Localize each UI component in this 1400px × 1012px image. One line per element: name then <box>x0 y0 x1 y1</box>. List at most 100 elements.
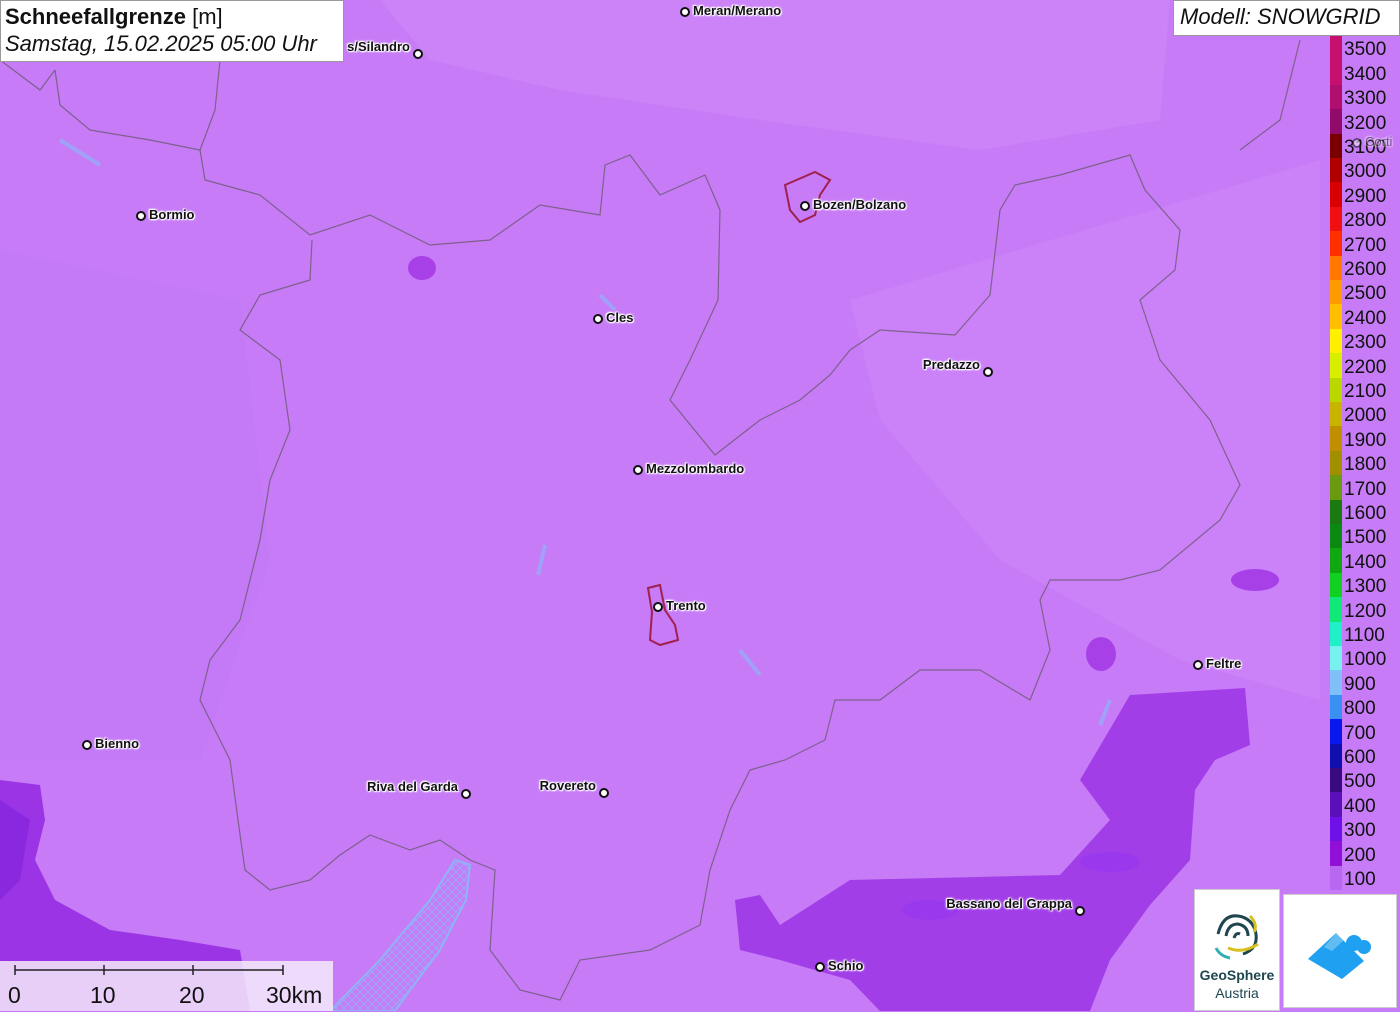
low-snowline-patch <box>1080 852 1140 872</box>
legend-swatch <box>1330 402 1342 427</box>
legend-row: 2900 <box>1328 182 1400 207</box>
snowfall-map[interactable] <box>0 0 1400 1011</box>
city-name: Predazzo <box>922 357 980 372</box>
city-dot-icon <box>1193 660 1203 670</box>
title-box: Schneefallgrenze [m] Samstag, 15.02.2025… <box>0 0 344 62</box>
legend-swatch <box>1330 60 1342 85</box>
geosphere-emblem-icon <box>1214 914 1259 960</box>
legend-row: 2300 <box>1328 328 1400 354</box>
legend-row: 1300 <box>1328 572 1400 598</box>
legend-label: 200 <box>1344 844 1376 866</box>
city-dot-icon <box>599 788 609 798</box>
city-dot-icon <box>82 740 92 750</box>
legend-row: 1600 <box>1328 499 1400 524</box>
scale-label-0: 0 <box>8 982 21 1008</box>
legend-row: 1500 <box>1328 524 1400 549</box>
legend-swatch <box>1330 841 1342 866</box>
legend-label: 3300 <box>1344 88 1387 110</box>
legend-row: 2100 <box>1328 377 1400 402</box>
legend-label: 3200 <box>1344 112 1387 134</box>
legend-swatch <box>1330 450 1342 476</box>
city-name: Cles <box>606 310 634 325</box>
legend-swatch <box>1330 499 1342 524</box>
legend-label: 2600 <box>1344 258 1387 280</box>
scale-label-20: 20 <box>179 982 205 1008</box>
legend-row: 200 <box>1328 841 1400 866</box>
city-dot-icon <box>680 7 690 17</box>
legend-label: 2200 <box>1344 356 1387 378</box>
legend-row: 2500 <box>1328 280 1400 305</box>
legend-swatch <box>1330 353 1342 378</box>
legend-row: 2200 <box>1328 353 1400 378</box>
city-dot-icon <box>413 49 423 59</box>
legend-label: 1300 <box>1344 576 1387 598</box>
legend-swatch <box>1330 158 1342 183</box>
legend-row: 1000 <box>1328 646 1400 671</box>
scale-label-10: 10 <box>90 982 116 1008</box>
legend-row: 1900 <box>1328 426 1400 451</box>
legend-label: 100 <box>1344 868 1376 890</box>
legend-swatch <box>1330 280 1342 305</box>
legend-row: 800 <box>1328 694 1400 720</box>
legend-label: 500 <box>1344 771 1376 793</box>
legend-row: 2400 <box>1328 304 1400 329</box>
legend-row: 400 <box>1328 792 1400 817</box>
legend-swatch <box>1330 426 1342 451</box>
legend-row: 500 <box>1328 768 1400 793</box>
legend-row: 100 <box>1328 865 1400 890</box>
legend-row: 2700 <box>1328 231 1400 256</box>
legend-label: 2500 <box>1344 283 1387 305</box>
city-dot-icon <box>136 211 146 221</box>
city-name: Meran/Merano <box>693 3 782 18</box>
legend-row: 700 <box>1328 719 1400 744</box>
model-label: Modell: SNOWGRID <box>1173 0 1400 36</box>
mountain-cloud-icon <box>1308 933 1371 979</box>
legend-swatch <box>1330 524 1342 549</box>
city-name: Feltre <box>1206 656 1242 671</box>
legend-label: 1200 <box>1344 600 1387 622</box>
map-title-unit: [m] <box>192 4 223 29</box>
city-dot-icon <box>815 962 825 972</box>
legend-row: 1200 <box>1328 597 1400 622</box>
city-dot-icon <box>653 602 663 612</box>
legend-label: 1900 <box>1344 429 1387 451</box>
legend-row: 1100 <box>1328 621 1400 646</box>
legend-swatch <box>1330 694 1342 720</box>
legend-row: 2600 <box>1328 255 1400 280</box>
city-dot-icon <box>633 465 643 475</box>
legend-swatch <box>1330 865 1342 890</box>
legend-label: 3500 <box>1344 39 1387 61</box>
legend-swatch <box>1330 36 1342 61</box>
scale-bar: 0 10 20 30km <box>0 961 333 1011</box>
legend-swatch <box>1330 597 1342 622</box>
legend-swatch <box>1330 621 1342 646</box>
city-name: Bormio <box>149 207 195 222</box>
legend-row: 300 <box>1328 816 1400 842</box>
legend-row: 3300 <box>1328 84 1400 110</box>
city-name: Bassano del Grappa <box>946 896 1072 911</box>
city-name: Mezzolombardo <box>646 461 745 476</box>
legend-row: 900 <box>1328 670 1400 695</box>
legend-label: 2400 <box>1344 307 1387 329</box>
legend-label: 1600 <box>1344 502 1387 524</box>
legend-swatch <box>1330 719 1342 744</box>
app-logo[interactable] <box>1283 894 1397 1008</box>
legend-row: 1700 <box>1328 475 1400 500</box>
legend-label: 900 <box>1344 673 1376 695</box>
scale-label-30km: 30km <box>266 982 323 1008</box>
legend-row: 600 <box>1328 743 1400 768</box>
legend-swatch <box>1330 328 1342 354</box>
map-subtitle: Samstag, 15.02.2025 05:00 Uhr <box>5 31 317 56</box>
geosphere-logo[interactable]: GeoSphere Austria <box>1194 889 1280 1011</box>
legend-label: 1000 <box>1344 649 1387 671</box>
geosphere-subtitle: Austria <box>1215 985 1259 1001</box>
legend-swatch <box>1330 231 1342 256</box>
legend-label: 1700 <box>1344 478 1387 500</box>
legend-label: 3000 <box>1344 161 1387 183</box>
legend-swatch <box>1330 109 1342 134</box>
legend-swatch <box>1330 206 1342 232</box>
legend-swatch <box>1330 548 1342 573</box>
legend-swatch <box>1330 572 1342 598</box>
legend-swatch <box>1330 743 1342 768</box>
city-dot-icon <box>593 314 603 324</box>
